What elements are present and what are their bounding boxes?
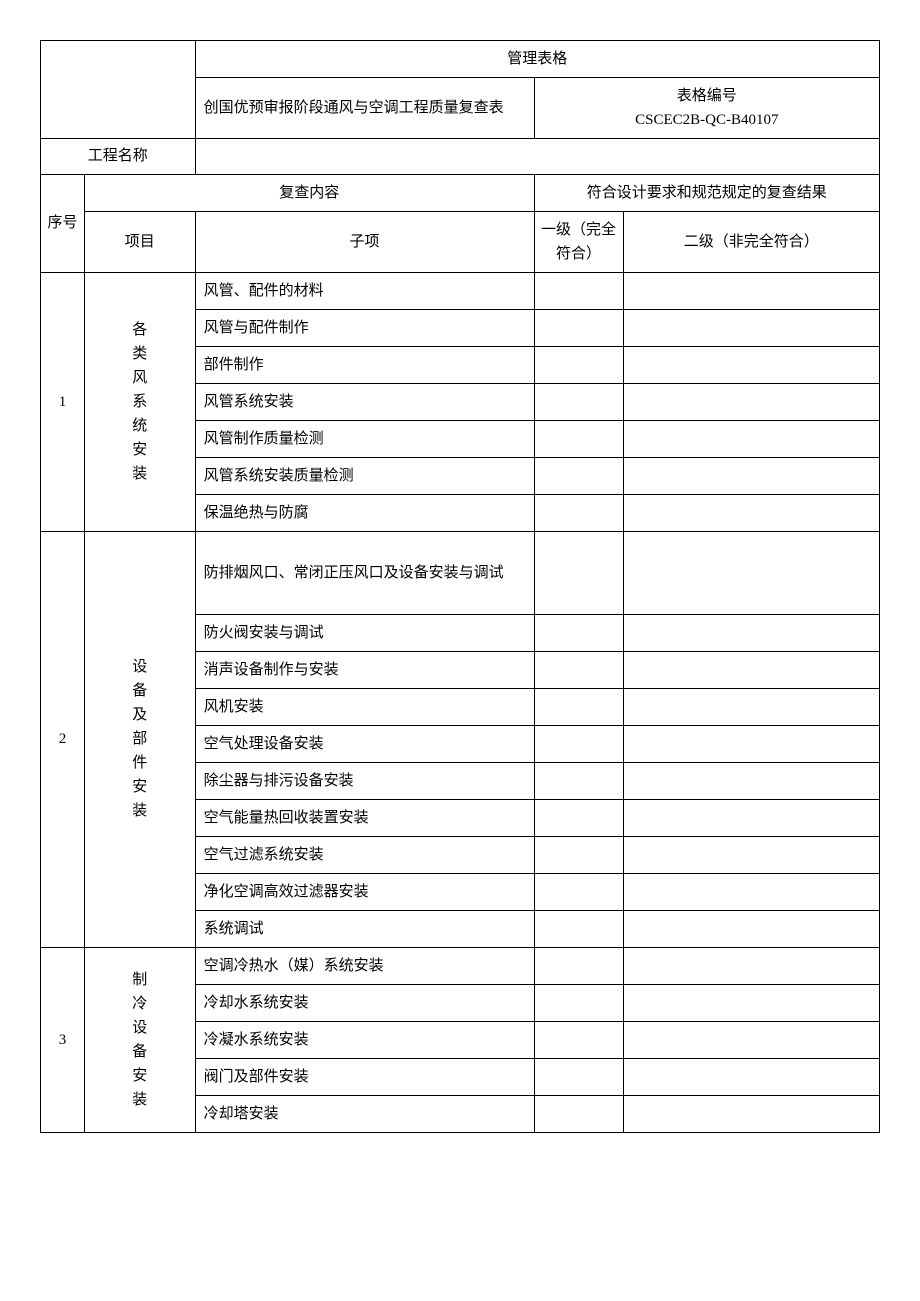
result-lv2[interactable] xyxy=(623,272,879,309)
result-lv2[interactable] xyxy=(623,947,879,984)
result-lv2[interactable] xyxy=(623,531,879,614)
result-lv1[interactable] xyxy=(534,725,623,762)
subitem: 防排烟风口、常闭正压风口及设备安装与调试 xyxy=(195,531,534,614)
result-lv2[interactable] xyxy=(623,873,879,910)
subitem: 部件制作 xyxy=(195,346,534,383)
result-lv1[interactable] xyxy=(534,910,623,947)
result-lv1[interactable] xyxy=(534,272,623,309)
form-code: CSCEC2B-QC-B40107 xyxy=(539,108,875,132)
subitem: 风管系统安装 xyxy=(195,383,534,420)
subitem: 空气处理设备安装 xyxy=(195,725,534,762)
subitem: 风管、配件的材料 xyxy=(195,272,534,309)
result-lv2[interactable] xyxy=(623,1095,879,1132)
subitem: 空调冷热水（媒）系统安装 xyxy=(195,947,534,984)
column-seq: 序号 xyxy=(41,174,85,272)
column-review-content: 复查内容 xyxy=(85,174,535,211)
subitem: 冷凝水系统安装 xyxy=(195,1021,534,1058)
column-project: 项目 xyxy=(85,211,196,272)
seq-3: 3 xyxy=(41,947,85,1132)
subitem: 冷却塔安装 xyxy=(195,1095,534,1132)
result-lv1[interactable] xyxy=(534,762,623,799)
result-lv1[interactable] xyxy=(534,799,623,836)
result-lv2[interactable] xyxy=(623,688,879,725)
result-lv2[interactable] xyxy=(623,836,879,873)
result-lv2[interactable] xyxy=(623,420,879,457)
result-lv2[interactable] xyxy=(623,1058,879,1095)
column-result: 符合设计要求和规范规定的复查结果 xyxy=(534,174,879,211)
subitem: 保温绝热与防腐 xyxy=(195,494,534,531)
result-lv1[interactable] xyxy=(534,1095,623,1132)
subitem: 系统调试 xyxy=(195,910,534,947)
result-lv2[interactable] xyxy=(623,494,879,531)
result-lv1[interactable] xyxy=(534,873,623,910)
form-code-cell: 表格编号 CSCEC2B-QC-B40107 xyxy=(534,78,879,139)
subitem: 消声设备制作与安装 xyxy=(195,651,534,688)
subitem: 风机安装 xyxy=(195,688,534,725)
result-lv2[interactable] xyxy=(623,799,879,836)
result-lv1[interactable] xyxy=(534,420,623,457)
project-1: 各类风系统安装 xyxy=(85,272,196,531)
result-lv2[interactable] xyxy=(623,725,879,762)
form-code-label: 表格编号 xyxy=(539,84,875,108)
result-lv1[interactable] xyxy=(534,947,623,984)
result-lv2[interactable] xyxy=(623,383,879,420)
form-title: 创国优预审报阶段通风与空调工程质量复查表 xyxy=(195,78,534,139)
management-form-header: 管理表格 xyxy=(195,41,879,78)
result-lv2[interactable] xyxy=(623,346,879,383)
seq-2: 2 xyxy=(41,531,85,947)
subitem: 风管与配件制作 xyxy=(195,309,534,346)
result-lv2[interactable] xyxy=(623,651,879,688)
result-lv2[interactable] xyxy=(623,762,879,799)
column-subitem: 子项 xyxy=(195,211,534,272)
subitem: 空气过滤系统安装 xyxy=(195,836,534,873)
column-level1: 一级（完全符合） xyxy=(534,211,623,272)
subitem: 防火阀安装与调试 xyxy=(195,614,534,651)
subitem: 空气能量热回收装置安装 xyxy=(195,799,534,836)
result-lv2[interactable] xyxy=(623,910,879,947)
subitem: 冷却水系统安装 xyxy=(195,984,534,1021)
subitem: 除尘器与排污设备安装 xyxy=(195,762,534,799)
project-2: 设备及部件安装 xyxy=(85,531,196,947)
subitem: 净化空调高效过滤器安装 xyxy=(195,873,534,910)
main-table: 管理表格 创国优预审报阶段通风与空调工程质量复查表 表格编号 CSCEC2B-Q… xyxy=(40,40,880,1133)
result-lv1[interactable] xyxy=(534,836,623,873)
result-lv1[interactable] xyxy=(534,346,623,383)
result-lv1[interactable] xyxy=(534,688,623,725)
project-3: 制冷设备安装 xyxy=(85,947,196,1132)
result-lv2[interactable] xyxy=(623,457,879,494)
result-lv2[interactable] xyxy=(623,309,879,346)
result-lv1[interactable] xyxy=(534,457,623,494)
result-lv1[interactable] xyxy=(534,531,623,614)
result-lv1[interactable] xyxy=(534,1058,623,1095)
subitem: 风管系统安装质量检测 xyxy=(195,457,534,494)
subitem: 阀门及部件安装 xyxy=(195,1058,534,1095)
subitem: 风管制作质量检测 xyxy=(195,420,534,457)
result-lv1[interactable] xyxy=(534,309,623,346)
result-lv1[interactable] xyxy=(534,651,623,688)
seq-1: 1 xyxy=(41,272,85,531)
result-lv1[interactable] xyxy=(534,494,623,531)
result-lv2[interactable] xyxy=(623,614,879,651)
project-name-value[interactable] xyxy=(195,139,879,175)
inspection-form: 管理表格 创国优预审报阶段通风与空调工程质量复查表 表格编号 CSCEC2B-Q… xyxy=(40,40,880,1133)
result-lv1[interactable] xyxy=(534,383,623,420)
result-lv1[interactable] xyxy=(534,984,623,1021)
result-lv2[interactable] xyxy=(623,1021,879,1058)
result-lv1[interactable] xyxy=(534,614,623,651)
result-lv1[interactable] xyxy=(534,1021,623,1058)
project-name-label: 工程名称 xyxy=(41,139,196,175)
result-lv2[interactable] xyxy=(623,984,879,1021)
column-level2: 二级（非完全符合） xyxy=(623,211,879,272)
